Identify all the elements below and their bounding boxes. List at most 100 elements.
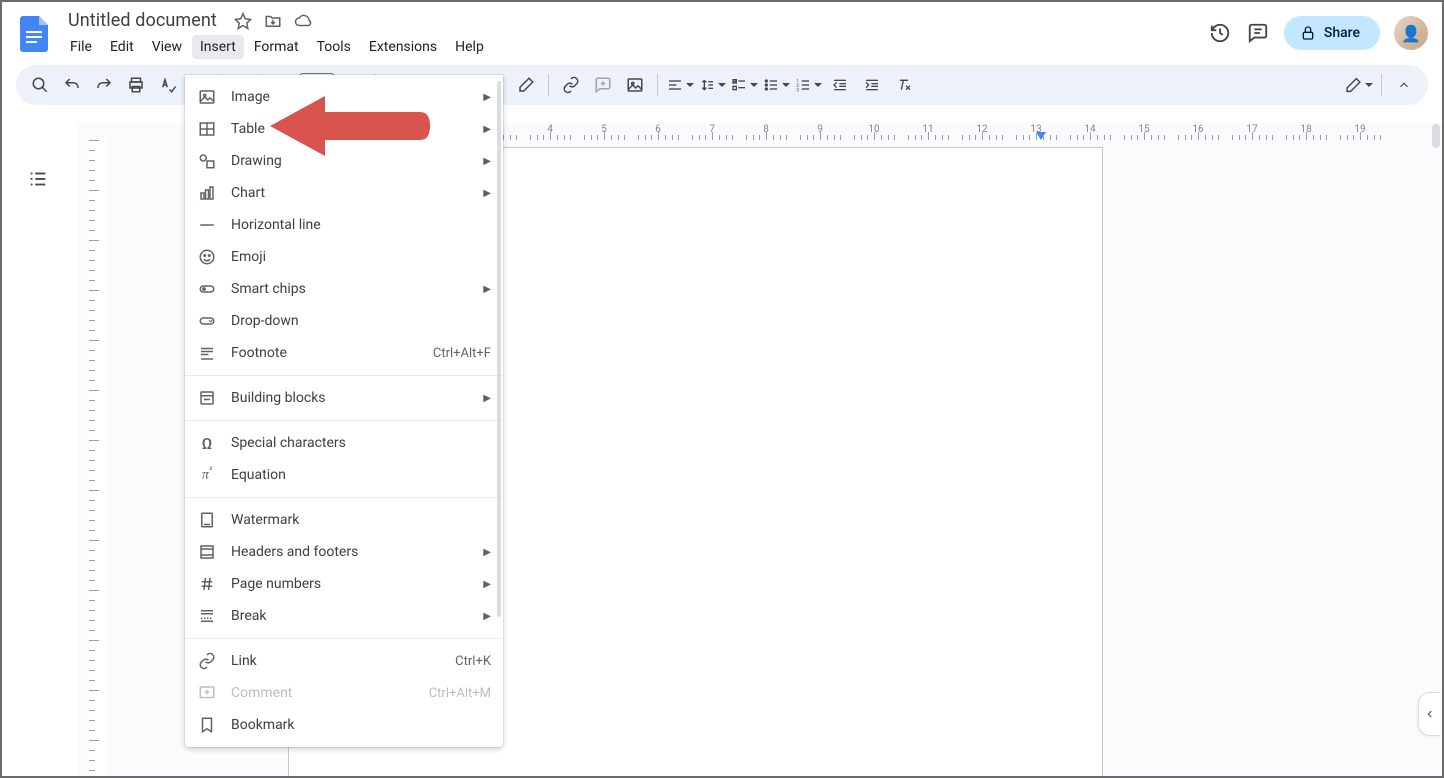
- menu-item-label: Drop-down: [231, 313, 491, 329]
- title-area: Untitled document FileEditViewInsertForm…: [62, 8, 1198, 59]
- bookmark-icon: [197, 715, 217, 735]
- menu-item-label: Break: [231, 608, 469, 624]
- headers-icon: [197, 542, 217, 562]
- vertical-ruler[interactable]: [89, 140, 107, 776]
- highlight-icon[interactable]: [512, 71, 540, 99]
- menu-item-special-characters[interactable]: Ω Special characters: [185, 427, 503, 459]
- undo-icon[interactable]: [58, 71, 86, 99]
- docs-logo[interactable]: [16, 16, 52, 52]
- menu-item-footnote[interactable]: Footnote Ctrl+Alt+F: [185, 337, 503, 369]
- window-scrollbar[interactable]: [1432, 124, 1440, 148]
- menu-item-headers-and-footers[interactable]: Headers and footers▶: [185, 536, 503, 568]
- menu-item-image[interactable]: Image ▶: [185, 81, 503, 113]
- menu-item-horizontal-line[interactable]: Horizontal line: [185, 209, 503, 241]
- insert-menu-dropdown: Image▶Table▶Drawing▶Chart▶Horizontal lin…: [185, 75, 503, 747]
- add-comment-icon[interactable]: [589, 71, 617, 99]
- menu-item-table[interactable]: Table ▶: [185, 113, 503, 145]
- indent-decrease-icon[interactable]: [826, 71, 854, 99]
- menu-item-label: Link: [231, 653, 441, 669]
- menu-item-label: Image: [231, 89, 469, 105]
- share-button[interactable]: Share: [1284, 16, 1380, 50]
- drawing-icon: [197, 151, 217, 171]
- side-panel-toggle[interactable]: [1418, 692, 1440, 736]
- menu-help[interactable]: Help: [447, 35, 492, 59]
- menu-item-link[interactable]: LinkCtrl+K: [185, 645, 503, 677]
- submenu-arrow-icon: ▶: [483, 284, 491, 295]
- left-strip: [2, 122, 78, 776]
- collapse-toolbar-icon[interactable]: [1390, 71, 1418, 99]
- menu-tools[interactable]: Tools: [309, 35, 359, 59]
- svg-text:3: 3: [796, 88, 799, 93]
- footnote-icon: [197, 343, 217, 363]
- omega-icon: Ω: [197, 433, 217, 453]
- menu-item-label: Chart: [231, 185, 469, 201]
- search-menus-icon[interactable]: [26, 71, 54, 99]
- align-dropdown[interactable]: [666, 71, 694, 99]
- line-spacing-dropdown[interactable]: [698, 71, 726, 99]
- menu-item-label: Watermark: [231, 512, 491, 528]
- numbered-list-dropdown[interactable]: 123: [794, 71, 822, 99]
- header: Untitled document FileEditViewInsertForm…: [2, 2, 1442, 59]
- menu-item-building-blocks[interactable]: Building blocks▶: [185, 382, 503, 414]
- submenu-arrow-icon: ▶: [483, 156, 491, 167]
- submenu-arrow-icon: ▶: [483, 611, 491, 622]
- move-icon[interactable]: [263, 11, 283, 31]
- indent-increase-icon[interactable]: [858, 71, 886, 99]
- menu-scrollbar[interactable]: [497, 81, 501, 617]
- menu-item-label: Horizontal line: [231, 217, 491, 233]
- menu-item-equation[interactable]: π²Equation: [185, 459, 503, 491]
- comment-icon: [197, 683, 217, 703]
- menu-item-emoji[interactable]: Emoji: [185, 241, 503, 273]
- submenu-arrow-icon: ▶: [483, 188, 491, 199]
- menu-format[interactable]: Format: [246, 35, 307, 59]
- cloud-status-icon[interactable]: [293, 11, 313, 31]
- menu-item-watermark[interactable]: Watermark: [185, 504, 503, 536]
- menu-item-bookmark[interactable]: Bookmark: [185, 709, 503, 741]
- insert-image-icon[interactable]: [621, 71, 649, 99]
- menu-item-break[interactable]: Break ▶: [185, 600, 503, 632]
- clear-formatting-icon[interactable]: [890, 71, 918, 99]
- equation-icon: π²: [197, 465, 217, 485]
- menu-extensions[interactable]: Extensions: [361, 35, 445, 59]
- menu-item-label: Special characters: [231, 435, 491, 451]
- image-icon: [197, 87, 217, 107]
- spellcheck-icon[interactable]: [154, 71, 182, 99]
- submenu-arrow-icon: ▶: [483, 92, 491, 103]
- submenu-arrow-icon: ▶: [483, 547, 491, 558]
- menu-insert[interactable]: Insert: [192, 35, 244, 59]
- redo-icon[interactable]: [90, 71, 118, 99]
- break-icon: [197, 606, 217, 626]
- insert-link-icon[interactable]: [557, 71, 585, 99]
- print-icon[interactable]: [122, 71, 150, 99]
- comments-icon[interactable]: [1246, 21, 1270, 45]
- submenu-arrow-icon: ▶: [483, 124, 491, 135]
- outline-toggle-icon[interactable]: [27, 168, 53, 194]
- star-icon[interactable]: [233, 11, 253, 31]
- chips-icon: [197, 279, 217, 299]
- menu-edit[interactable]: Edit: [102, 35, 142, 59]
- checklist-dropdown[interactable]: [730, 71, 758, 99]
- menu-item-label: Building blocks: [231, 390, 469, 406]
- doc-title[interactable]: Untitled document: [62, 8, 223, 33]
- avatar[interactable]: 👤: [1394, 16, 1428, 50]
- share-label: Share: [1324, 25, 1360, 41]
- menu-item-smart-chips[interactable]: Smart chips▶: [185, 273, 503, 305]
- menu-item-shortcut: Ctrl+Alt+M: [429, 686, 491, 701]
- menu-item-drop-down[interactable]: Drop-down: [185, 305, 503, 337]
- menu-view[interactable]: View: [144, 35, 190, 59]
- menu-file[interactable]: File: [62, 35, 100, 59]
- hash-icon: [197, 574, 217, 594]
- editing-mode-dropdown[interactable]: [1345, 71, 1373, 99]
- menu-item-label: Table: [231, 121, 469, 137]
- bulleted-list-dropdown[interactable]: [762, 71, 790, 99]
- submenu-arrow-icon: ▶: [483, 579, 491, 590]
- table-icon: [197, 119, 217, 139]
- lock-icon: [1300, 25, 1316, 41]
- menu-item-shortcut: Ctrl+Alt+F: [433, 346, 491, 361]
- history-icon[interactable]: [1208, 21, 1232, 45]
- menu-item-page-numbers[interactable]: Page numbers▶: [185, 568, 503, 600]
- menu-item-comment: CommentCtrl+Alt+M: [185, 677, 503, 709]
- menu-item-chart[interactable]: Chart ▶: [185, 177, 503, 209]
- menu-item-drawing[interactable]: Drawing▶: [185, 145, 503, 177]
- menu-item-label: Footnote: [231, 345, 419, 361]
